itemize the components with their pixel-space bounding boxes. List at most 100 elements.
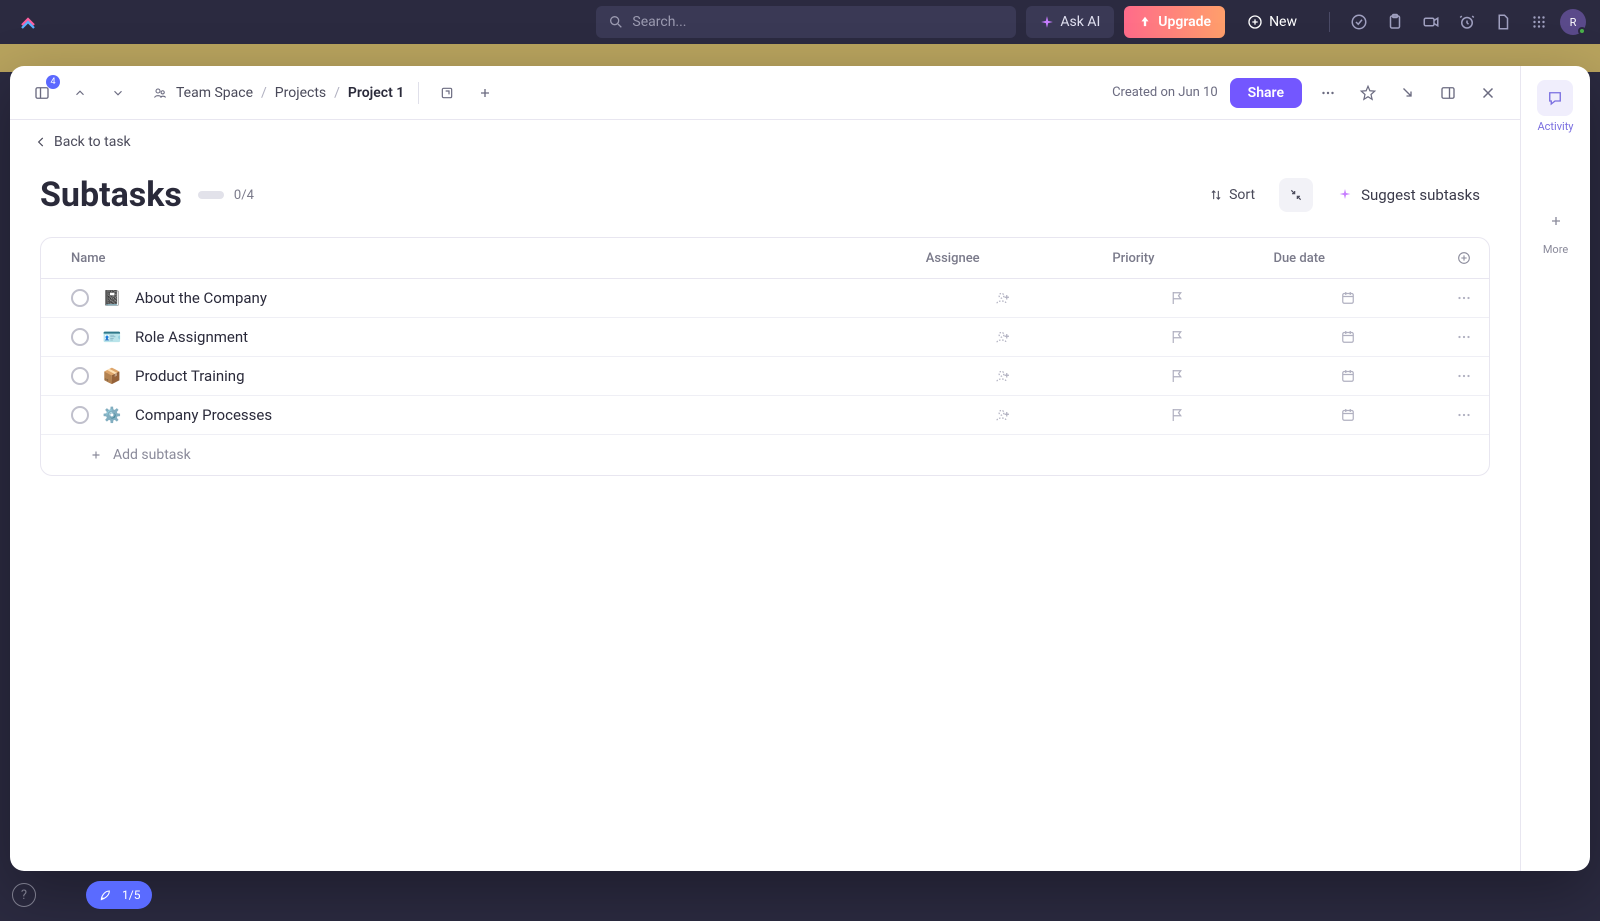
status-circle[interactable]: [71, 289, 89, 307]
status-circle[interactable]: [71, 406, 89, 424]
modal-header: 4 Team Space / Projects / Project 1 Crea…: [10, 66, 1520, 120]
chevron-up-icon: [73, 86, 87, 100]
user-avatar[interactable]: R: [1560, 9, 1586, 35]
expand-panel-button[interactable]: [1434, 79, 1462, 107]
task-name: About the Company: [135, 289, 267, 307]
crumb-folder[interactable]: Projects: [275, 85, 326, 101]
col-name: Name: [41, 238, 910, 279]
clipboard-icon[interactable]: [1386, 13, 1404, 31]
right-rail: Activity More: [1520, 66, 1590, 871]
assignee-button[interactable]: [926, 328, 1081, 346]
sort-icon: [1209, 188, 1223, 202]
chevron-down-icon: [111, 86, 125, 100]
priority-button[interactable]: [1112, 289, 1241, 307]
sparkle-icon: [1040, 15, 1054, 29]
add-button[interactable]: [471, 79, 499, 107]
sparkle-icon: [1337, 187, 1353, 203]
progress-bar: [198, 191, 224, 199]
plus-icon: [89, 448, 103, 462]
task-name: Role Assignment: [135, 328, 248, 346]
chat-icon: [1546, 89, 1564, 107]
due-date-button[interactable]: [1273, 328, 1423, 346]
created-on: Created on Jun 10: [1112, 85, 1218, 100]
new-tab-button[interactable]: [433, 79, 461, 107]
more-menu[interactable]: [1314, 79, 1342, 107]
plus-circle-icon: [1456, 250, 1472, 266]
rail-activity[interactable]: Activity: [1537, 80, 1573, 133]
back-to-task[interactable]: Back to task: [34, 134, 131, 150]
collapse-button[interactable]: [1279, 178, 1313, 212]
priority-button[interactable]: [1112, 328, 1241, 346]
status-circle[interactable]: [71, 367, 89, 385]
external-icon: [439, 85, 455, 101]
check-circle-icon[interactable]: [1350, 13, 1368, 31]
prev-task[interactable]: [66, 79, 94, 107]
crumb-project[interactable]: Project 1: [348, 85, 404, 101]
row-more-button[interactable]: [1455, 328, 1473, 346]
table-row[interactable]: 🪪Role Assignment: [41, 318, 1489, 357]
dots-icon: [1319, 84, 1337, 102]
plus-icon: [1548, 213, 1564, 229]
due-date-button[interactable]: [1273, 367, 1423, 385]
team-icon: [152, 85, 168, 101]
assignee-button[interactable]: [926, 367, 1081, 385]
table-row[interactable]: 📓 About the Company: [41, 279, 1489, 318]
video-icon[interactable]: [1422, 13, 1440, 31]
share-button[interactable]: Share: [1230, 78, 1302, 108]
rocket-icon: [98, 887, 114, 903]
search-input[interactable]: Search...: [596, 6, 1016, 38]
status-circle[interactable]: [71, 328, 89, 346]
row-more-button[interactable]: [1455, 289, 1473, 307]
new-button[interactable]: New: [1235, 6, 1309, 38]
priority-button[interactable]: [1112, 406, 1241, 424]
task-modal: 4 Team Space / Projects / Project 1 Crea…: [10, 66, 1590, 871]
upgrade-button[interactable]: Upgrade: [1124, 6, 1225, 38]
chevron-left-icon: [34, 135, 48, 149]
suggest-subtasks-button[interactable]: Suggest subtasks: [1327, 180, 1490, 210]
due-date-button[interactable]: [1273, 406, 1423, 424]
row-more-button[interactable]: [1455, 367, 1473, 385]
next-task[interactable]: [104, 79, 132, 107]
row-more-button[interactable]: [1455, 406, 1473, 424]
priority-button[interactable]: [1112, 367, 1241, 385]
alarm-icon[interactable]: [1458, 13, 1476, 31]
table-row[interactable]: 📦Product Training: [41, 357, 1489, 396]
task-name: Company Processes: [135, 406, 272, 424]
plus-circle-icon: [1247, 14, 1263, 30]
presence-dot: [1578, 27, 1586, 35]
table-row[interactable]: ⚙️ Company Processes: [41, 396, 1489, 435]
task-emoji: 📦: [101, 367, 123, 385]
rail-more[interactable]: More: [1538, 203, 1574, 256]
background-footer: ? 1/5: [12, 881, 152, 909]
task-emoji: ⚙️: [101, 406, 123, 424]
favorite-button[interactable]: [1354, 79, 1382, 107]
search-placeholder: Search...: [632, 14, 686, 30]
assignee-button[interactable]: [926, 289, 1081, 307]
assignee-button[interactable]: [926, 406, 1081, 424]
document-icon[interactable]: [1494, 13, 1512, 31]
due-date-button[interactable]: [1273, 289, 1423, 307]
minimize-button[interactable]: [1394, 79, 1422, 107]
help-button[interactable]: ?: [12, 883, 36, 907]
add-subtask-button[interactable]: Add subtask: [57, 447, 1473, 463]
close-button[interactable]: [1474, 79, 1502, 107]
collapse-icon: [1288, 187, 1304, 203]
task-emoji: 📓: [101, 289, 123, 307]
ask-ai-button[interactable]: Ask AI: [1026, 6, 1114, 38]
breadcrumb: Team Space / Projects / Project 1: [152, 85, 404, 101]
col-priority: Priority: [1096, 238, 1257, 279]
search-icon: [608, 14, 624, 30]
minimize-icon: [1399, 84, 1417, 102]
sidebar-toggle[interactable]: 4: [28, 79, 56, 107]
page-title: Subtasks: [40, 175, 182, 215]
add-column-button[interactable]: [1455, 250, 1473, 266]
upgrade-icon: [1138, 15, 1152, 29]
onboarding-pill[interactable]: 1/5: [86, 881, 152, 909]
crumb-space[interactable]: Team Space: [176, 85, 253, 101]
app-logo[interactable]: [14, 8, 42, 36]
col-due: Due date: [1257, 238, 1439, 279]
clickup-logo-icon: [19, 13, 37, 31]
apps-grid-icon[interactable]: [1530, 13, 1548, 31]
top-nav: Search... Ask AI Upgrade New R: [0, 0, 1600, 44]
sort-button[interactable]: Sort: [1199, 181, 1265, 209]
